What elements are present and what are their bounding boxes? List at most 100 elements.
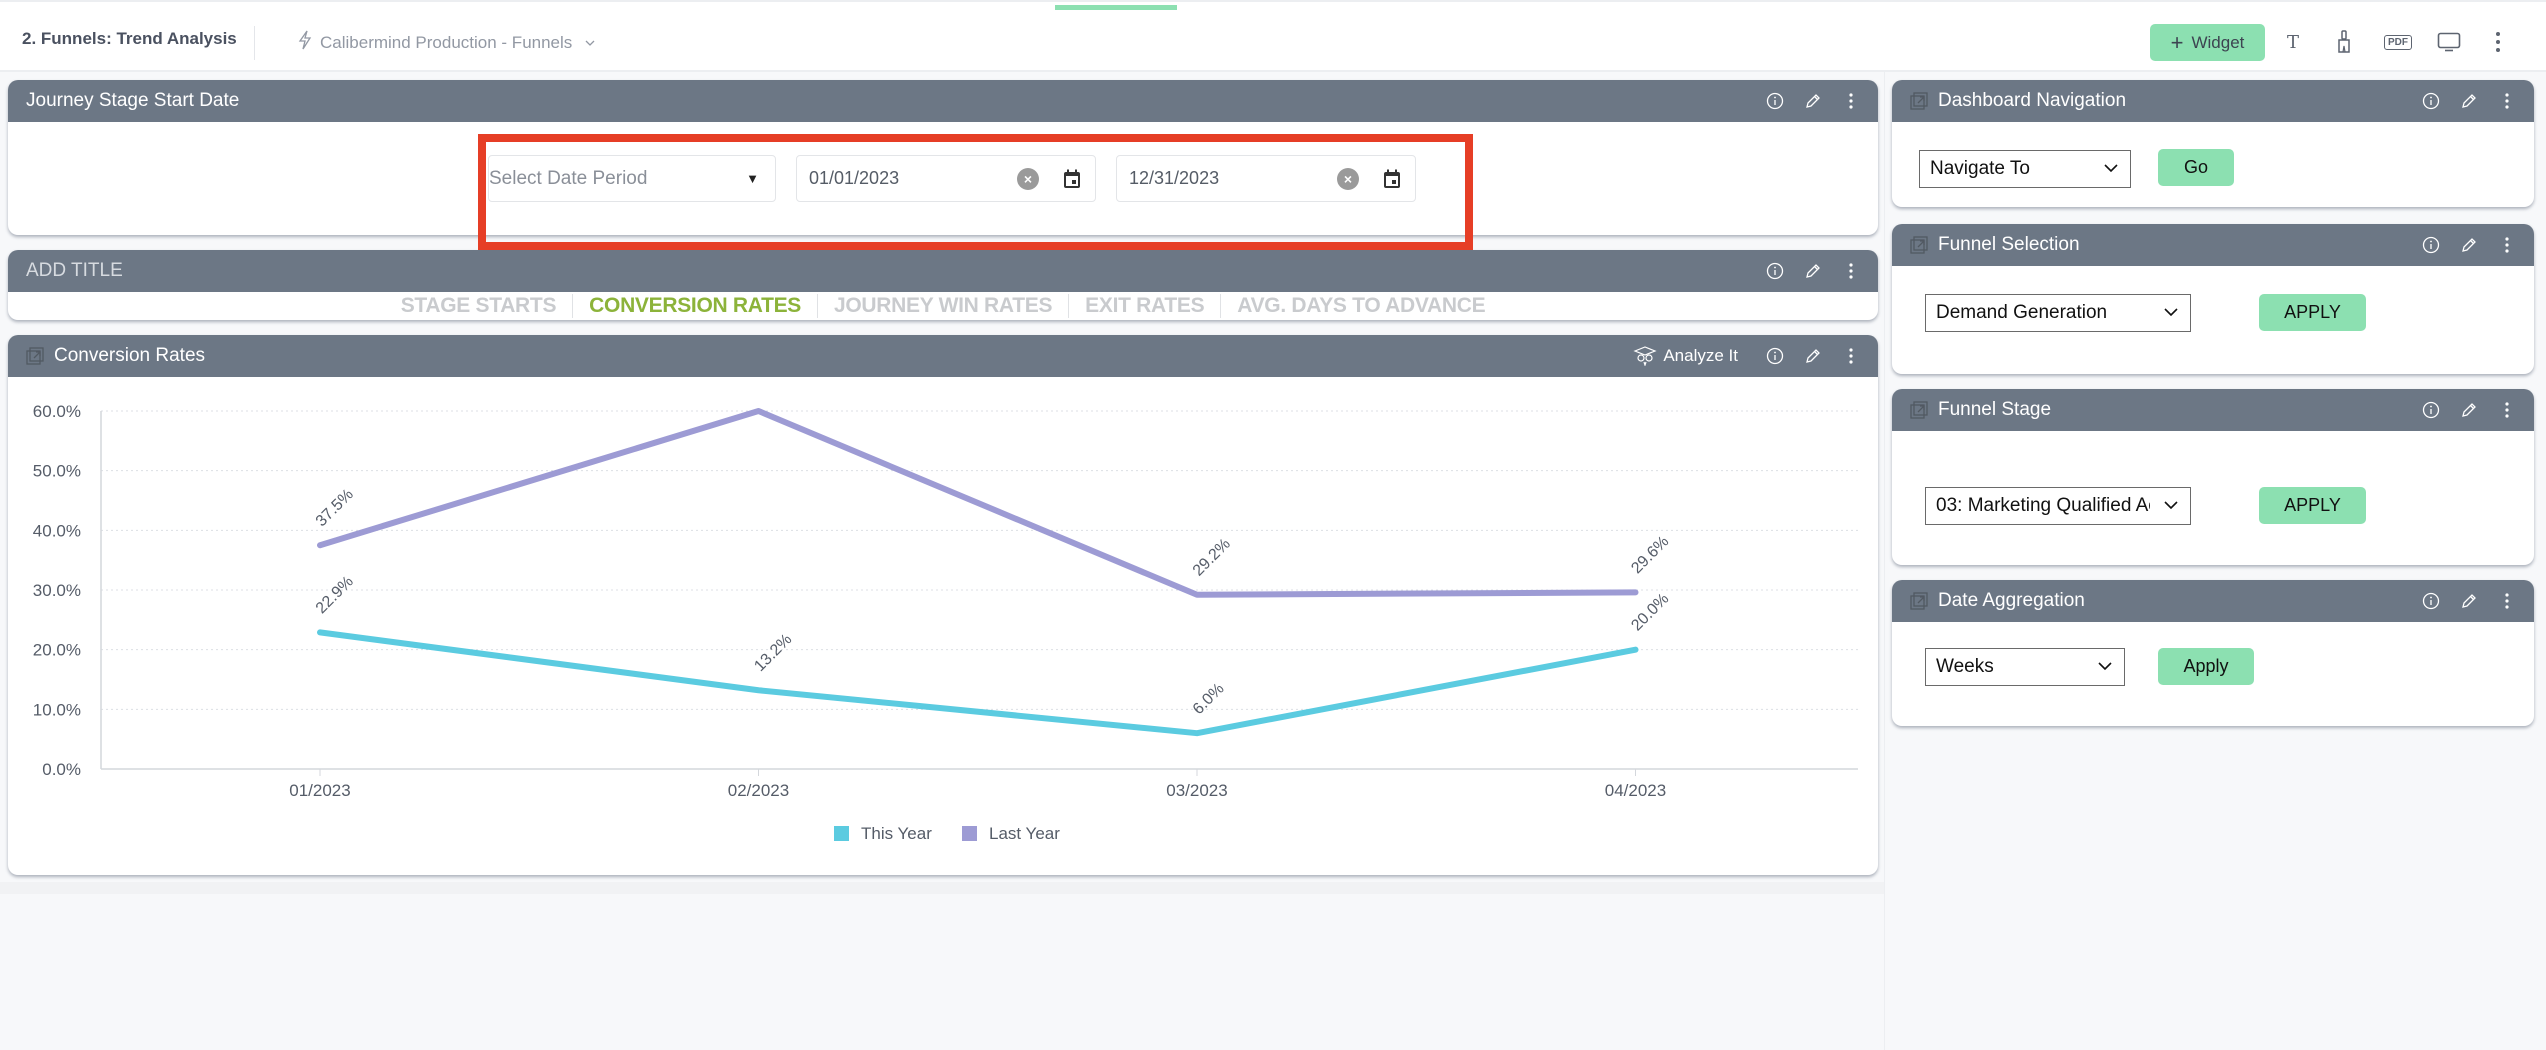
y-tick-label: 10.0%	[33, 700, 81, 719]
more-vertical-icon[interactable]	[2498, 592, 2516, 610]
funnel-selection-widget: Funnel Selection Demand Generation APPLY	[1892, 224, 2534, 374]
tab-journey-win-rates[interactable]: JOURNEY WIN RATES	[818, 294, 1070, 318]
info-icon[interactable]	[1766, 92, 1784, 110]
funnel-stage-select[interactable]: 03: Marketing Qualified Accounts	[1925, 487, 2191, 525]
monitor-icon[interactable]	[2437, 30, 2461, 54]
data-label: 6.0%	[1190, 680, 1228, 718]
info-icon[interactable]	[2422, 592, 2440, 610]
edit-icon[interactable]	[2460, 236, 2478, 254]
dashboard-navigation-widget: Dashboard Navigation Navigate To Go	[1892, 80, 2534, 207]
info-icon[interactable]	[1766, 262, 1784, 280]
caret-down-icon: ▼	[746, 171, 759, 186]
dashboard-title: 2. Funnels: Trend Analysis	[22, 29, 237, 48]
datasource-selector[interactable]: Calibermind Production - Funnels	[298, 30, 596, 55]
more-vertical-icon[interactable]	[2495, 30, 2501, 54]
more-vertical-icon[interactable]	[2498, 401, 2516, 419]
select-value: Demand Generation	[1936, 302, 2108, 323]
widget-title: Date Aggregation	[1938, 590, 2085, 611]
link-icon[interactable]	[1910, 401, 1928, 419]
more-vertical-icon[interactable]	[1842, 92, 1860, 110]
date-aggregation-select[interactable]: Weeks	[1925, 648, 2125, 686]
text-icon[interactable]: T	[2287, 30, 2299, 54]
aggregation-apply-button[interactable]: Apply	[2158, 648, 2254, 685]
brush-icon[interactable]	[2337, 30, 2351, 54]
lightning-icon	[298, 30, 312, 55]
widget-title: Funnel Stage	[1938, 399, 2052, 420]
tabs-widget: ADD TITLE STAGE STARTS CONVERSION RATES …	[8, 250, 1878, 320]
conversion-rates-widget: Conversion Rates Analyze It 0.0% 10.0% 20.…	[8, 335, 1878, 875]
widget-header: ADD TITLE	[8, 250, 1878, 292]
widget-title: Journey Stage Start Date	[26, 90, 240, 111]
link-icon[interactable]	[1910, 92, 1928, 110]
pdf-label: PDF	[2384, 34, 2412, 50]
end-date-input[interactable]: 12/31/2023 ×	[1116, 155, 1416, 202]
edit-icon[interactable]	[2460, 592, 2478, 610]
widget-header: Funnel Stage	[1892, 389, 2534, 431]
top-bar: 2. Funnels: Trend Analysis Calibermind P…	[0, 0, 2546, 72]
add-widget-label: Widget	[2191, 32, 2245, 52]
info-icon[interactable]	[2422, 236, 2440, 254]
more-vertical-icon[interactable]	[1842, 262, 1860, 280]
navigate-to-select[interactable]: Navigate To	[1919, 150, 2131, 188]
datasource-label: Calibermind Production - Funnels	[320, 32, 573, 52]
y-tick-label: 40.0%	[33, 521, 81, 540]
data-label: 37.5%	[313, 486, 357, 530]
edit-icon[interactable]	[1804, 262, 1822, 280]
series-line-last-year	[317, 408, 1639, 598]
edit-icon[interactable]	[2460, 401, 2478, 419]
pdf-icon[interactable]: PDF	[2384, 30, 2412, 54]
more-vertical-icon[interactable]	[2498, 236, 2516, 254]
more-vertical-icon[interactable]	[1842, 347, 1860, 365]
info-icon[interactable]	[1766, 347, 1784, 365]
tab-avg-days-to-advance[interactable]: AVG. DAYS TO ADVANCE	[1221, 294, 1501, 318]
calendar-icon[interactable]	[1063, 169, 1081, 189]
widget-header: Date Aggregation	[1892, 580, 2534, 622]
link-icon[interactable]	[26, 347, 44, 365]
widget-title[interactable]: ADD TITLE	[26, 260, 1766, 282]
chevron-down-icon	[2162, 303, 2180, 321]
tab-conversion-rates[interactable]: CONVERSION RATES	[573, 294, 819, 318]
clear-icon[interactable]: ×	[1017, 167, 1039, 190]
start-date-input[interactable]: 01/01/2023 ×	[796, 155, 1096, 202]
x-tick-label: 02/2023	[728, 781, 789, 800]
loading-indicator	[1055, 5, 1177, 10]
widget-title: Conversion Rates	[54, 345, 206, 366]
legend-label: This Year	[861, 824, 932, 843]
add-widget-button[interactable]: + Widget	[2150, 24, 2265, 61]
link-icon[interactable]	[1910, 592, 1928, 610]
chevron-down-icon	[2102, 159, 2120, 177]
end-date-value: 12/31/2023	[1129, 168, 1220, 188]
data-label: 20.0%	[1628, 590, 1672, 634]
clear-icon[interactable]: ×	[1337, 167, 1359, 190]
y-tick-label: 60.0%	[33, 402, 81, 421]
stage-apply-button[interactable]: APPLY	[2259, 487, 2366, 524]
funnel-select[interactable]: Demand Generation	[1925, 294, 2191, 332]
edit-icon[interactable]	[2460, 92, 2478, 110]
start-date-value: 01/01/2023	[809, 168, 900, 188]
tab-exit-rates[interactable]: EXIT RATES	[1069, 294, 1222, 318]
owl-icon	[1633, 346, 1657, 366]
link-icon[interactable]	[1910, 236, 1928, 254]
tab-stage-starts[interactable]: STAGE STARTS	[385, 294, 574, 318]
edit-icon[interactable]	[1804, 347, 1822, 365]
info-icon[interactable]	[2422, 401, 2440, 419]
x-tick-label: 04/2023	[1605, 781, 1666, 800]
divider	[254, 26, 255, 60]
analyze-it-button[interactable]: Analyze It	[1633, 346, 1738, 366]
calendar-icon[interactable]	[1383, 169, 1401, 189]
date-period-placeholder: Select Date Period	[489, 167, 648, 189]
chevron-down-icon	[2096, 657, 2114, 675]
select-value: Navigate To	[1930, 158, 2030, 179]
widget-title: Funnel Selection	[1938, 234, 2080, 255]
more-vertical-icon[interactable]	[2498, 92, 2516, 110]
data-label: 13.2%	[751, 631, 795, 675]
data-label: 29.2%	[1190, 535, 1234, 579]
funnel-apply-button[interactable]: APPLY	[2259, 294, 2366, 331]
widget-title: Dashboard Navigation	[1938, 90, 2127, 111]
date-period-select[interactable]: Select Date Period ▼	[488, 155, 776, 202]
edit-icon[interactable]	[1804, 92, 1822, 110]
go-button[interactable]: Go	[2158, 149, 2234, 186]
chevron-down-icon	[584, 36, 596, 50]
info-icon[interactable]	[2422, 92, 2440, 110]
widget-header: Dashboard Navigation	[1892, 80, 2534, 122]
